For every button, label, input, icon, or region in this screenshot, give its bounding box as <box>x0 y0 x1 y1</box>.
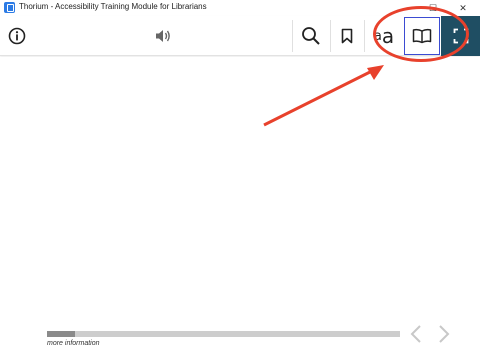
info-icon <box>8 27 26 45</box>
toolbar-divider <box>330 20 331 52</box>
progress-fill <box>47 331 76 337</box>
toolbar-divider <box>292 20 293 52</box>
search-button[interactable] <box>295 18 327 54</box>
window-title: Thorium - Accessibility Training Module … <box>19 2 207 11</box>
chevron-right-icon <box>439 325 450 343</box>
speaker-icon <box>156 30 170 42</box>
read-aloud-button[interactable] <box>150 18 176 54</box>
annotation-arrow <box>263 65 384 127</box>
more-information-link[interactable]: more information <box>47 340 100 347</box>
toolbar-divider <box>364 20 365 52</box>
annotation-circle <box>373 6 469 62</box>
search-icon <box>302 27 320 45</box>
previous-page-button[interactable] <box>406 322 426 346</box>
next-page-button[interactable] <box>434 322 454 346</box>
progress-bar[interactable] <box>47 331 400 337</box>
bookmark-button[interactable] <box>333 18 361 54</box>
thorium-app-icon <box>4 2 15 13</box>
info-button[interactable] <box>4 18 30 54</box>
chevron-left-icon <box>410 325 421 343</box>
bookmark-icon <box>341 28 353 44</box>
